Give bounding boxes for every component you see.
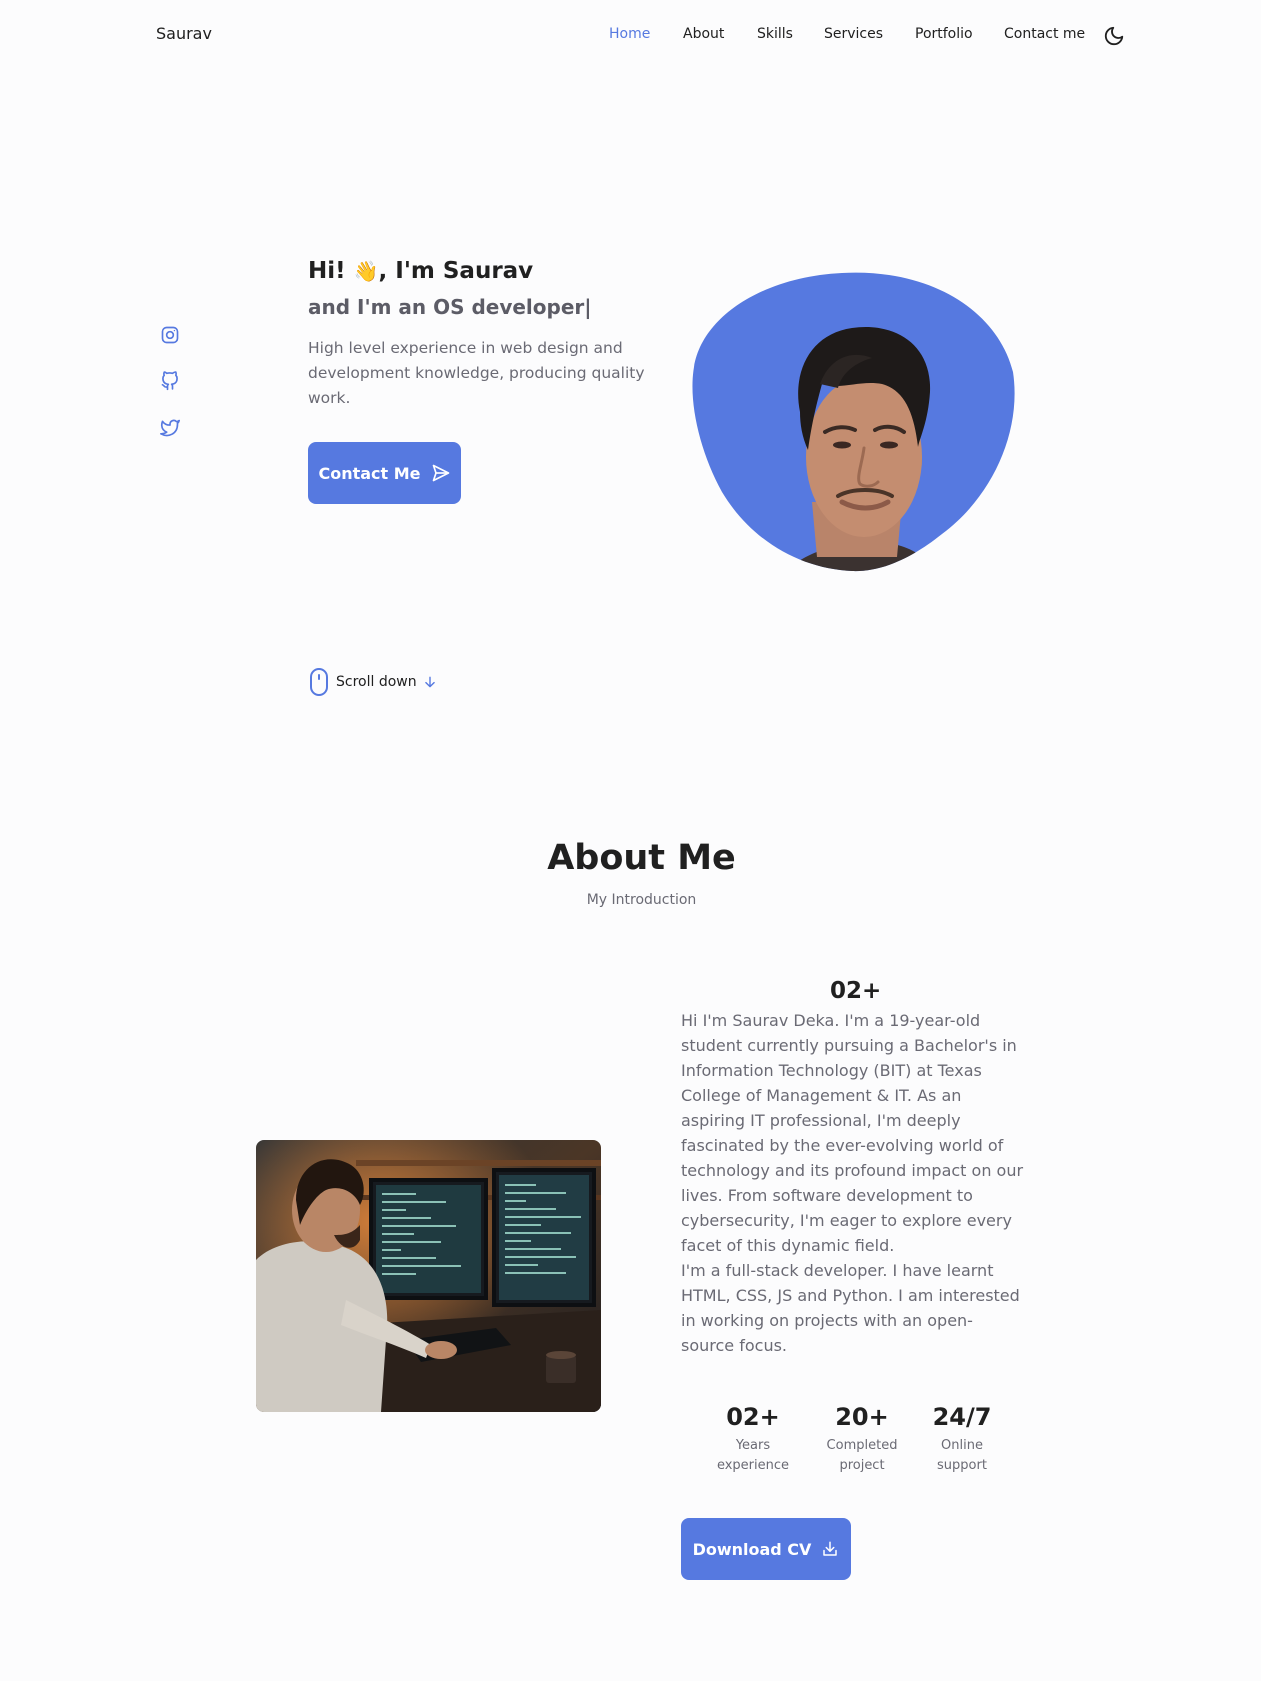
stat-experience-label-line2: experience — [716, 1458, 790, 1473]
stat-projects-label-line1: Completed — [826, 1438, 898, 1453]
stat-support-label-line2: support — [937, 1458, 987, 1473]
nav-about[interactable]: About — [683, 26, 724, 42]
stat-support-label: Online support — [907, 1436, 1017, 1476]
hero-greeting-start: Hi! — [308, 258, 346, 284]
contact-me-label: Contact Me — [318, 463, 421, 483]
stat-experience-label: Years experience — [698, 1436, 808, 1476]
contact-me-button[interactable]: Contact Me — [308, 442, 461, 504]
hero-description: High level experience in web design and … — [308, 339, 645, 407]
about-photo — [256, 1140, 601, 1412]
waving-hand-icon: 👋 — [353, 259, 379, 283]
hero-subtitle: and I'm an OS developer| — [308, 295, 592, 319]
nav-contact[interactable]: Contact me — [1004, 26, 1085, 42]
arrow-down-icon — [424, 676, 435, 688]
profile-photo — [692, 272, 1016, 572]
portfolio-page: Saurav Home About Skills Services Portfo… — [0, 0, 1261, 1681]
hero-greeting-end: , I'm Saurav — [378, 258, 534, 284]
stat-support-label-line1: Online — [941, 1438, 983, 1453]
send-icon — [432, 464, 449, 482]
about-description: Hi I'm Saurav Deka. I'm a 19-year-old st… — [681, 1008, 1026, 1358]
stat-projects-label: Completed project — [807, 1436, 917, 1476]
about-highlight-stat: 02+ — [830, 978, 882, 1004]
moon-icon[interactable] — [1103, 25, 1125, 47]
hero-greeting: Hi! 👋, I'm Saurav — [308, 258, 533, 284]
mouse-icon — [310, 668, 328, 696]
main-nav: Home About Skills Services Portfolio Con… — [0, 26, 1261, 50]
stat-support: 24/7 Online support — [907, 1402, 1017, 1476]
about-title: About Me — [547, 838, 736, 878]
github-icon[interactable] — [160, 371, 180, 391]
stat-experience-value: 02+ — [726, 1403, 780, 1431]
stat-projects: 20+ Completed project — [807, 1402, 917, 1476]
download-cv-button[interactable]: Download CV — [681, 1518, 851, 1580]
stat-projects-label-line2: project — [839, 1458, 885, 1473]
download-icon — [823, 1541, 838, 1556]
nav-skills[interactable]: Skills — [757, 26, 793, 42]
instagram-icon[interactable] — [160, 325, 180, 345]
nav-home[interactable]: Home — [609, 26, 650, 42]
download-cv-label: Download CV — [692, 1539, 812, 1559]
twitter-icon[interactable] — [160, 418, 180, 438]
nav-services[interactable]: Services — [824, 26, 883, 42]
stat-projects-value: 20+ — [835, 1403, 889, 1431]
about-paragraph-2: I'm a full-stack developer. I have learn… — [681, 1261, 1020, 1355]
stat-support-value: 24/7 — [932, 1403, 992, 1431]
scroll-down-label: Scroll down — [336, 674, 417, 690]
about-paragraph-1: Hi I'm Saurav Deka. I'm a 19-year-old st… — [681, 1011, 1024, 1255]
stat-experience: 02+ Years experience — [698, 1402, 808, 1476]
about-subtitle: My Introduction — [586, 892, 697, 908]
scroll-down-link[interactable]: Scroll down — [308, 668, 437, 696]
stat-experience-label-line1: Years — [735, 1438, 771, 1453]
nav-portfolio[interactable]: Portfolio — [915, 26, 973, 42]
